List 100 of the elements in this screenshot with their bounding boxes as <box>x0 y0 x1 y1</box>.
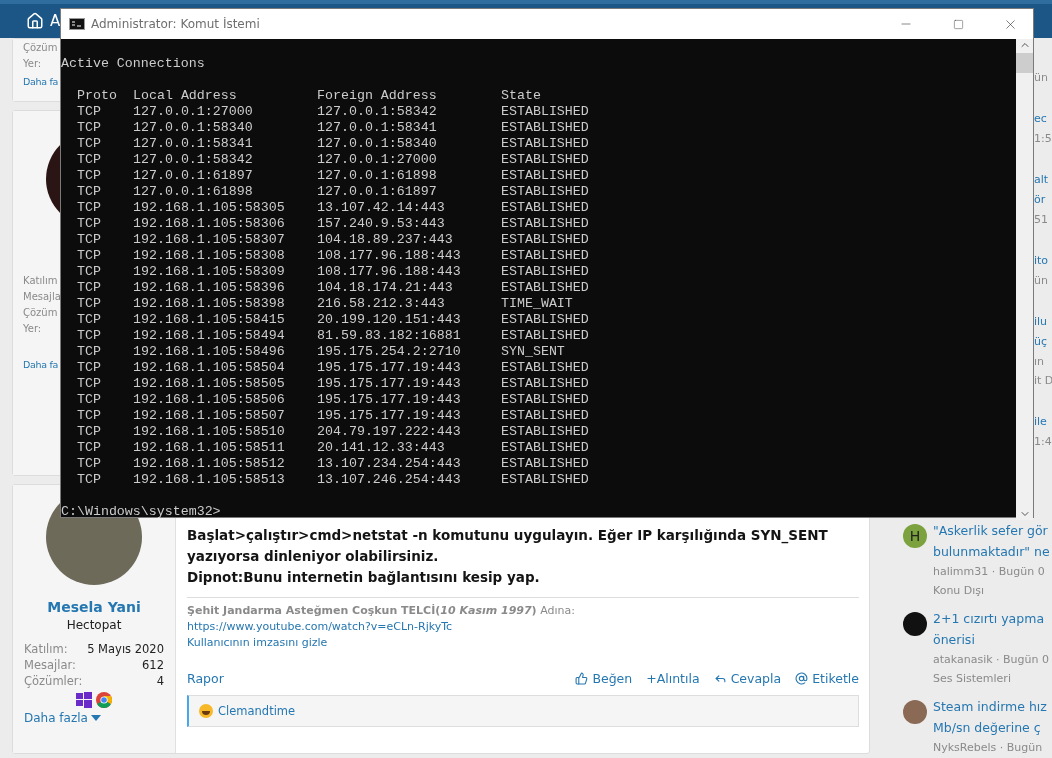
thread-meta: it D <box>1034 373 1052 389</box>
reply-link[interactable]: Cevapla <box>713 671 782 686</box>
home-icon[interactable] <box>26 12 44 30</box>
thread-meta: 1:5 <box>1034 131 1052 147</box>
quote-link[interactable]: +Alıntıla <box>646 671 700 686</box>
windows-logo-icon <box>76 692 92 708</box>
table-cell-text: ESTABLISHED <box>501 424 590 440</box>
thread-meta: ın <box>1034 354 1046 370</box>
thread-title[interactable]: önerisi <box>933 629 1049 650</box>
more-link[interactable]: Daha fa <box>23 357 59 373</box>
table-cell-text: 192.168.1.105:58506 <box>133 392 286 408</box>
table-cell-text: 192.168.1.105:58496 <box>133 344 286 360</box>
table-cell-text: ESTABLISHED <box>501 168 590 184</box>
table-cell-text: ESTABLISHED <box>501 184 590 200</box>
table-cell-text: 192.168.1.105:58307 <box>133 232 286 248</box>
caret-icon <box>90 715 101 721</box>
table-cell-text: ESTABLISHED <box>501 216 590 232</box>
thread-title[interactable]: bulunmaktadır" ne <box>933 541 1050 562</box>
table-cell-text: 13.107.246.254:443 <box>317 472 462 488</box>
table-cell-text: TCP <box>77 312 102 328</box>
table-cell-text: 192.168.1.105:58398 <box>133 296 286 312</box>
table-cell-text: 195.175.177.19:443 <box>317 376 462 392</box>
command-prompt[interactable]: C:\Windows\system32> <box>61 504 1016 520</box>
table-cell-text: 13.107.42.14:443 <box>317 200 446 216</box>
thread-title[interactable]: ör <box>1034 190 1052 210</box>
table-cell-text: 157.240.9.53:443 <box>317 216 446 232</box>
more-link[interactable]: Daha fa <box>23 74 59 90</box>
reaction-users[interactable]: Clemandtime <box>218 704 296 718</box>
stat-label: Katılım: <box>24 642 68 656</box>
table-cell-text: 13.107.234.254:443 <box>317 456 462 472</box>
thread-title[interactable]: üç <box>1034 332 1052 352</box>
avatar-image-placeholder <box>903 612 927 636</box>
table-cell-text: ESTABLISHED <box>501 104 590 120</box>
avatar-photo-placeholder <box>903 700 927 724</box>
table-cell-text: ESTABLISHED <box>501 392 590 408</box>
table-cell-text: 195.175.177.19:443 <box>317 392 462 408</box>
scroll-thumb[interactable] <box>1016 53 1033 73</box>
stat-label: Yer: <box>23 322 42 336</box>
thread-title[interactable]: ec <box>1034 109 1052 129</box>
post-text: Başlat>çalıştır>cmd>netstat -n komutunu uygulayın. Eğer IP karşılığında SYN_SENT yazıyorsa dinleniyor olabilirsiniz. <box>187 526 829 566</box>
table-cell-text: 127.0.0.1:58341 <box>133 136 254 152</box>
column-header: Foreign Address <box>317 88 438 104</box>
thread-title[interactable]: alt <box>1034 170 1052 190</box>
stat-label: Çözüm <box>23 41 58 55</box>
thread-meta: ün <box>1034 273 1049 289</box>
column-header: State <box>501 88 542 104</box>
report-link[interactable]: Rapor <box>187 671 224 686</box>
console-heading: Active Connections <box>61 56 206 72</box>
table-cell-text: ESTABLISHED <box>501 232 590 248</box>
table-cell-text: TCP <box>77 408 102 424</box>
table-cell-text: 195.175.177.19:443 <box>317 360 462 376</box>
browser-logo-icon <box>96 692 112 708</box>
stat-label: Çözümler: <box>24 674 83 688</box>
table-cell-text: 216.58.212.3:443 <box>317 296 446 312</box>
stat-label: Çözüm <box>23 306 58 320</box>
like-link[interactable]: Beğen <box>575 671 633 686</box>
thread-title[interactable]: ile <box>1034 412 1052 432</box>
stat-label: Mesajla <box>23 290 61 304</box>
table-cell-text: 127.0.0.1:61898 <box>133 184 254 200</box>
thread-meta: atakanasik · Bugün 0 <box>933 652 1049 668</box>
thread-title[interactable]: Steam indirme hız <box>933 696 1047 717</box>
thread-title[interactable]: ito <box>1034 251 1052 271</box>
table-cell-text: 127.0.0.1:27000 <box>133 104 254 120</box>
signature-link[interactable]: https://www.youtube.com/watch?v=eCLn-RjkyTc <box>187 619 453 635</box>
table-cell-text: 108.177.96.188:443 <box>317 248 462 264</box>
table-cell-text: 192.168.1.105:58396 <box>133 280 286 296</box>
table-cell-text: TIME_WAIT <box>501 296 574 312</box>
stat-label: Mesajlar: <box>24 658 76 672</box>
table-cell-text: TCP <box>77 344 102 360</box>
table-cell-text: TCP <box>77 248 102 264</box>
table-cell-text: ESTABLISHED <box>501 200 590 216</box>
thread-meta: 1:4 <box>1034 434 1052 450</box>
table-cell-text: 192.168.1.105:58415 <box>133 312 286 328</box>
thread-title[interactable]: ilu <box>1034 312 1052 332</box>
column-header: Local Address <box>133 88 238 104</box>
table-cell-text: ESTABLISHED <box>501 472 590 488</box>
thread-title[interactable]: "Askerlik sefer gör <box>933 520 1050 541</box>
table-cell-text: 192.168.1.105:58512 <box>133 456 286 472</box>
console-icon <box>69 18 85 30</box>
user-name[interactable]: Mesela Yani <box>24 599 164 615</box>
table-cell-text: 192.168.1.105:58505 <box>133 376 286 392</box>
maximize-icon <box>952 18 964 30</box>
table-cell-text: TCP <box>77 424 102 440</box>
mention-link[interactable]: Etiketle <box>795 671 859 686</box>
table-cell-text: TCP <box>77 264 102 280</box>
table-cell-text: 195.175.177.19:443 <box>317 408 462 424</box>
post-text: Dipnot:Bunu internetin bağlantısını kesip yap. <box>187 568 541 587</box>
table-cell-text: TCP <box>77 440 102 456</box>
table-cell-text: TCP <box>77 104 102 120</box>
more-link[interactable]: Daha fazla <box>24 711 101 725</box>
table-cell-text: 127.0.0.1:61897 <box>317 184 438 200</box>
table-cell-text: 127.0.0.1:27000 <box>317 152 438 168</box>
nav-link[interactable]: A <box>50 12 61 30</box>
table-cell-text: 81.59.83.182:16881 <box>317 328 462 344</box>
thread-title[interactable]: 2+1 cızırtı yapma <box>933 608 1049 629</box>
thread-title[interactable]: Mb/sn değerine ç <box>933 717 1047 738</box>
table-cell-text: ESTABLISHED <box>501 152 590 168</box>
hide-signature-link[interactable]: Kullanıcının imzasını gizle <box>187 635 328 651</box>
thread-category: Konu Dışı <box>933 583 986 599</box>
thread-category: Ses Sistemleri <box>933 671 1012 687</box>
